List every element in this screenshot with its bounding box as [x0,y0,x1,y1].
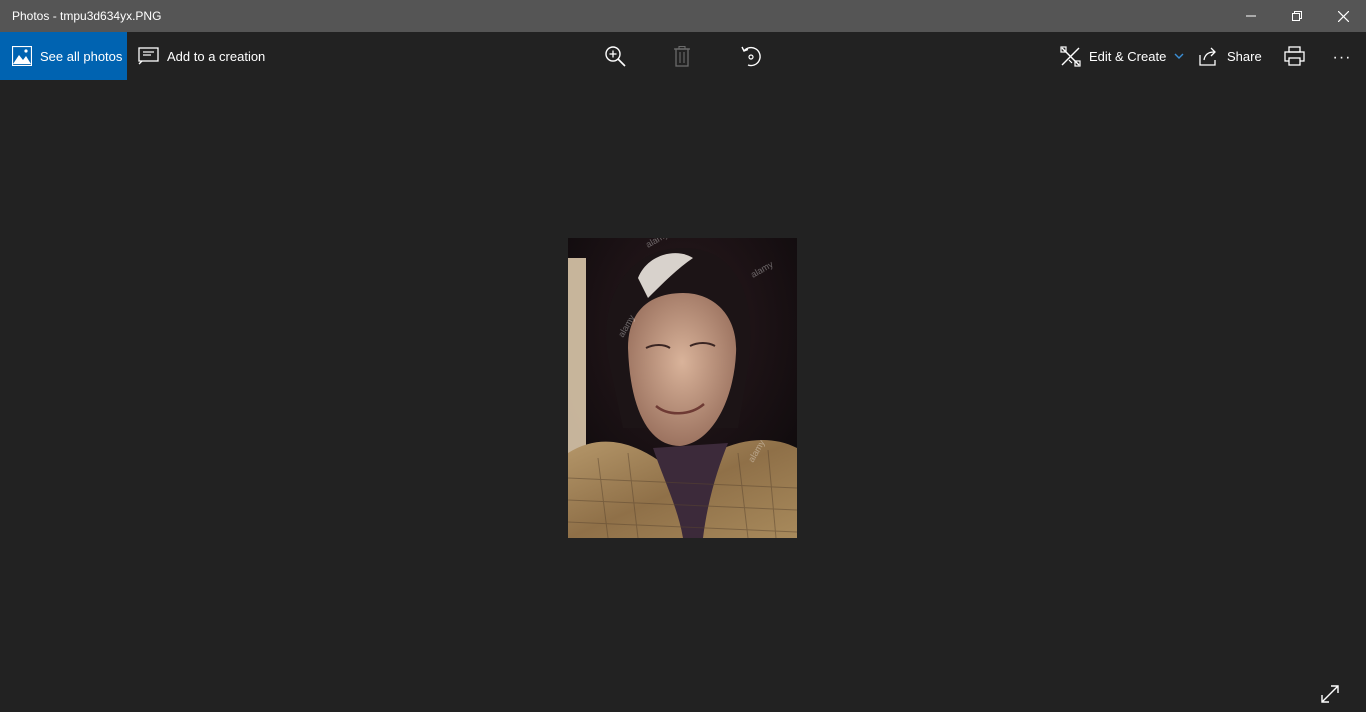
close-icon [1337,10,1349,22]
see-all-photos-button[interactable]: See all photos [0,32,127,80]
title-bar: Photos - tmpu3d634yx.PNG [0,0,1366,32]
printer-icon [1283,46,1305,66]
rotate-button[interactable] [731,32,771,80]
portrait-image: alamy alamy alamy alamy [568,238,797,538]
more-options-icon: ··· [1332,49,1352,66]
minimize-icon [1246,15,1256,17]
edit-create-icon [1060,45,1081,67]
gallery-icon [12,46,32,66]
edit-create-label: Edit & Create [1089,48,1167,64]
add-to-creation-label: Add to a creation [167,48,266,64]
minimize-button[interactable] [1228,0,1274,32]
window-title: Photos - tmpu3d634yx.PNG [12,9,162,23]
edit-create-button[interactable]: Edit & Create [1060,32,1184,80]
rotate-icon [741,46,761,67]
add-to-creation-icon [138,47,159,65]
expand-icon [1321,685,1339,703]
zoom-in-icon [605,46,626,67]
displayed-photo[interactable]: alamy alamy alamy alamy [568,238,797,538]
see-all-photos-label: See all photos [40,48,123,64]
chevron-down-icon [1174,53,1184,59]
add-to-creation-button[interactable]: Add to a creation [138,32,265,80]
more-options-button[interactable]: ··· [1322,32,1362,80]
share-icon [1199,47,1216,66]
restore-button[interactable] [1274,0,1320,32]
zoom-in-button[interactable] [595,32,635,80]
toolbar: See all photos Add to a creation Edit & … [0,32,1366,80]
share-button[interactable]: Share [1199,32,1262,80]
trash-icon [674,45,690,67]
print-button[interactable] [1274,32,1314,80]
close-button[interactable] [1320,0,1366,32]
fullscreen-button[interactable] [1314,678,1346,710]
restore-icon [1292,11,1302,21]
share-label: Share [1227,48,1262,64]
delete-button[interactable] [662,32,702,80]
